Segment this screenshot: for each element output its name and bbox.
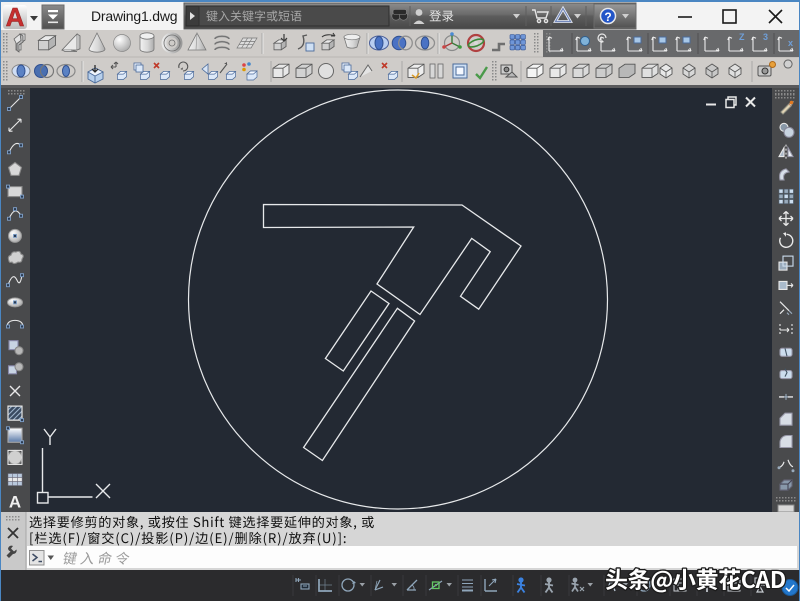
- svg-text:A: A: [6, 2, 25, 32]
- svg-text:3: 3: [763, 32, 768, 42]
- svg-text:x: x: [788, 38, 793, 48]
- svg-text:Drawing1.dwg: Drawing1.dwg: [91, 8, 177, 24]
- svg-text:Z: Z: [739, 32, 745, 42]
- svg-text:?: ?: [604, 10, 611, 24]
- svg-text:A: A: [9, 493, 21, 512]
